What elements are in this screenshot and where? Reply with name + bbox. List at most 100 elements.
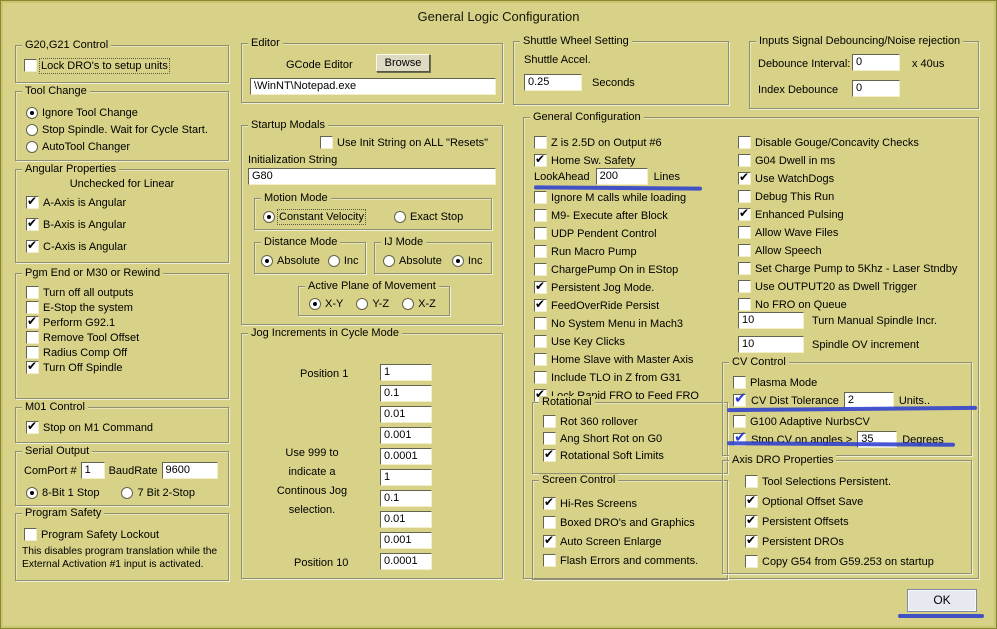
radio-icon[interactable]: [121, 486, 134, 499]
checkbox-icon[interactable]: [26, 216, 39, 231]
checkbox-icon[interactable]: [543, 447, 556, 462]
checkbox-icon[interactable]: [534, 279, 547, 294]
checkbox-icon[interactable]: [534, 371, 547, 384]
checkbox-row[interactable]: Include TLO in Z from G31: [534, 371, 699, 384]
checkbox-icon[interactable]: [534, 297, 547, 312]
checkbox-row[interactable]: Rot 360 rollover: [543, 415, 664, 428]
checkbox-icon[interactable]: [738, 280, 751, 293]
manual-spindle-input[interactable]: 10: [738, 312, 804, 329]
jog-increment-input[interactable]: 0.001: [380, 532, 432, 549]
checkbox-icon[interactable]: [26, 359, 39, 374]
checkbox-row[interactable]: UDP Pendent Control: [534, 227, 699, 240]
radio-icon[interactable]: [309, 297, 321, 310]
init-string-input[interactable]: G80: [248, 168, 496, 185]
checkbox-row[interactable]: Set Charge Pump to 5Khz - Laser Stndby: [738, 262, 957, 275]
checkbox-icon[interactable]: [534, 335, 547, 348]
index-debounce-input[interactable]: 0: [852, 80, 900, 97]
checkbox-icon[interactable]: [24, 528, 37, 541]
checkbox-row[interactable]: Allow Wave Files: [738, 226, 957, 239]
radio-icon[interactable]: [261, 254, 273, 267]
checkbox-row[interactable]: No System Menu in Mach3: [534, 317, 699, 330]
checkbox-row[interactable]: Persistent Jog Mode.: [534, 279, 699, 294]
checkbox-row[interactable]: Use WatchDogs: [738, 170, 957, 185]
checkbox-row[interactable]: Z is 2.5D on Output #6: [534, 136, 662, 149]
checkbox-icon[interactable]: [745, 475, 758, 488]
checkbox-icon[interactable]: [738, 226, 751, 239]
checkbox-row[interactable]: Persistent Offsets: [745, 513, 934, 528]
checkbox-row[interactable]: Home Sw. Safety: [534, 152, 662, 167]
checkbox-row[interactable]: Auto Screen Enlarge: [543, 533, 698, 548]
checkbox-icon[interactable]: [534, 263, 547, 276]
radio-option-row[interactable]: X-Y: [309, 297, 343, 310]
checkbox-icon[interactable]: [320, 136, 333, 149]
shuttle-accel-input[interactable]: 0.25: [524, 74, 582, 91]
checkbox-icon[interactable]: [24, 59, 37, 72]
checkbox-row[interactable]: Tool Selections Persistent.: [745, 475, 934, 488]
radio-icon[interactable]: [26, 486, 38, 499]
checkbox-row[interactable]: Rotational Soft Limits: [543, 447, 664, 462]
checkbox-icon[interactable]: [738, 136, 751, 149]
checkbox-icon[interactable]: [26, 238, 39, 253]
checkbox-icon[interactable]: [534, 353, 547, 366]
checkbox-row[interactable]: Ang Short Rot on G0: [543, 432, 664, 445]
checkbox-row[interactable]: M9- Execute after Block: [534, 209, 699, 222]
checkbox-row[interactable]: Ignore M calls while loading: [534, 191, 699, 204]
checkbox-icon[interactable]: [738, 154, 751, 167]
jog-increment-input[interactable]: 0.0001: [380, 553, 432, 570]
checkbox-icon[interactable]: [745, 555, 758, 568]
radio-icon[interactable]: [26, 140, 38, 153]
radio-option-row[interactable]: 7 Bit 2-Stop: [121, 486, 195, 499]
radio-option-row[interactable]: AutoTool Changer: [26, 140, 208, 153]
lookahead-input[interactable]: 200: [595, 168, 648, 185]
checkbox-icon[interactable]: [745, 513, 758, 528]
radio-icon[interactable]: [383, 254, 395, 267]
browse-button[interactable]: Browse: [376, 54, 430, 72]
checkbox-icon[interactable]: [534, 227, 547, 240]
checkbox-row[interactable]: Remove Tool Offset: [26, 331, 139, 344]
checkbox-row[interactable]: Turn Off Spindle: [26, 359, 139, 374]
checkbox-row[interactable]: No FRO on Queue: [738, 298, 957, 311]
checkbox-row[interactable]: Hi-Res Screens: [543, 495, 698, 510]
lock-dro-checkbox-row[interactable]: Lock DRO's to setup units: [24, 57, 170, 74]
checkbox-row[interactable]: B-Axis is Angular: [26, 216, 127, 231]
checkbox-row[interactable]: Flash Errors and comments.: [543, 554, 698, 567]
stop-on-m1-checkbox-row[interactable]: Stop on M1 Command: [26, 419, 153, 434]
checkbox-icon[interactable]: [733, 376, 746, 389]
checkbox-icon[interactable]: [26, 331, 39, 344]
checkbox-row[interactable]: Run Macro Pump: [534, 245, 699, 258]
checkbox-row[interactable]: A-Axis is Angular: [26, 194, 127, 209]
jog-increment-input[interactable]: 0.0001: [380, 448, 432, 465]
radio-option-row[interactable]: Ignore Tool Change: [26, 106, 208, 119]
radio-option-row[interactable]: Absolute: [261, 254, 320, 267]
radio-icon[interactable]: [356, 297, 369, 310]
checkbox-row[interactable]: Copy G54 from G59.253 on startup: [745, 555, 934, 568]
checkbox-row[interactable]: Use OUTPUT20 as Dwell Trigger: [738, 280, 957, 293]
checkbox-icon[interactable]: [534, 152, 547, 167]
comport-input[interactable]: 1: [80, 462, 105, 479]
checkbox-icon[interactable]: [738, 190, 751, 203]
jog-increment-input[interactable]: 0.1: [380, 385, 432, 402]
g100-nurbs-checkbox-row[interactable]: G100 Adaptive NurbsCV: [733, 415, 870, 428]
checkbox-icon[interactable]: [543, 516, 556, 529]
radio-option-row[interactable]: Absolute: [383, 254, 442, 267]
checkbox-icon[interactable]: [543, 495, 556, 510]
checkbox-row[interactable]: Use Key Clicks: [534, 335, 699, 348]
jog-increment-input[interactable]: 1: [380, 364, 432, 381]
program-safety-lockout-row[interactable]: Program Safety Lockout: [24, 528, 159, 541]
plasma-mode-checkbox-row[interactable]: Plasma Mode: [733, 376, 817, 389]
ok-button[interactable]: OK: [907, 589, 977, 612]
checkbox-icon[interactable]: [738, 262, 751, 275]
radio-icon[interactable]: [402, 297, 415, 310]
radio-option-row[interactable]: Stop Spindle. Wait for Cycle Start.: [26, 123, 208, 136]
checkbox-icon[interactable]: [26, 301, 39, 314]
baudrate-input[interactable]: 9600: [161, 462, 218, 479]
editor-path-input[interactable]: \WinNT\Notepad.exe: [250, 78, 496, 95]
use-init-string-checkbox-row[interactable]: Use Init String on ALL "Resets": [320, 136, 488, 149]
debounce-interval-input[interactable]: 0: [852, 54, 900, 71]
radio-icon[interactable]: [451, 254, 464, 267]
checkbox-icon[interactable]: [738, 244, 751, 257]
checkbox-icon[interactable]: [738, 298, 751, 311]
checkbox-row[interactable]: G04 Dwell in ms: [738, 154, 957, 167]
radio-option-row[interactable]: Y-Z: [356, 297, 389, 310]
radio-icon[interactable]: [26, 123, 38, 136]
